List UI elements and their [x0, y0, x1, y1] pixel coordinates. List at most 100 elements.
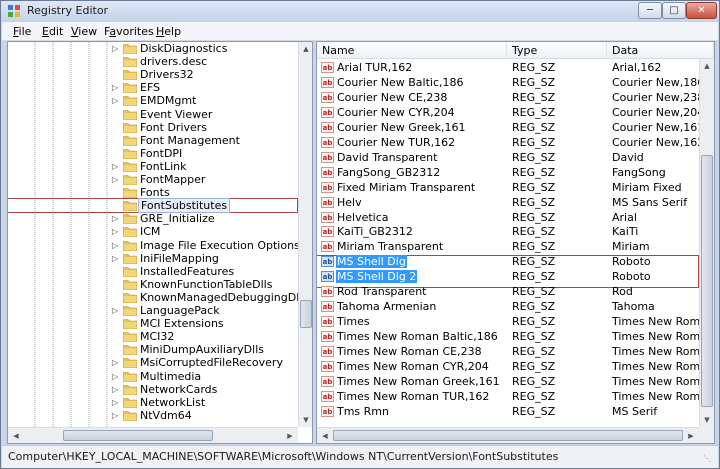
tree-hscroll-thumb[interactable]	[63, 430, 213, 441]
tree-item[interactable]: ▷ Image File Execution Options	[8, 239, 300, 252]
menu-favorites[interactable]: Favorites	[104, 25, 154, 38]
values-horizontal-scrollbar[interactable]: ◀ ▶	[317, 427, 699, 443]
value-row[interactable]: ab Courier New Baltic,186 REG_SZ Courier Ne…	[317, 75, 704, 90]
value-row[interactable]: ab Courier New CYR,204 REG_SZ Courier New,2…	[317, 105, 704, 120]
expand-arrow-icon[interactable]: ▷	[112, 358, 118, 367]
value-row[interactable]: ab Times New Roman CE,238 REG_SZ Times New …	[317, 344, 714, 359]
tree-item[interactable]: ▷ MsiCorruptedFileRecovery	[8, 356, 297, 369]
values-pane[interactable]: Name Type Data ab Arial TUR,162 REG_SZ Aria…	[316, 41, 715, 444]
value-row[interactable]: ab Times New Roman Baltic,186 REG_SZ Times …	[317, 329, 714, 344]
expand-arrow-icon[interactable]: ▷	[112, 44, 118, 53]
value-row[interactable]: ab Helv REG_SZ MS Sans Serif	[317, 195, 699, 210]
key-tree-pane[interactable]: ▷ DiskDiagnostics drivers.desc Drivers32 ▷ EF…	[7, 41, 313, 444]
tree-item[interactable]: Fonts	[8, 186, 297, 199]
tree-item[interactable]: ▷ NtVdm64	[8, 409, 297, 422]
value-row[interactable]: ab Tahoma Armenian REG_SZ Tahoma	[317, 299, 699, 314]
tree-item[interactable]: ▷ ICM	[8, 225, 297, 238]
value-row[interactable]: ab MS Shell Dlg REG_SZ Roboto	[317, 254, 699, 269]
resize-grip-icon[interactable]: ⋱	[703, 454, 715, 466]
value-row[interactable]: ab FangSong_GB2312 REG_SZ FangSong	[317, 165, 699, 180]
tree-item[interactable]: Drivers32	[8, 68, 297, 81]
values-scroll-thumb[interactable]	[701, 155, 713, 407]
scroll-up-icon[interactable]: ▲	[300, 42, 312, 56]
value-row[interactable]: ab KaiTi_GB2312 REG_SZ KaiTi	[317, 224, 699, 239]
tree-item[interactable]: InstalledFeatures	[8, 265, 297, 278]
value-row[interactable]: ab David Transparent REG_SZ David	[317, 150, 699, 165]
expand-arrow-icon[interactable]: ▷	[112, 83, 118, 92]
value-row[interactable]: ab MS Shell Dlg 2 REG_SZ Roboto	[317, 269, 699, 284]
value-row[interactable]: ab Times New Roman TUR,162 REG_SZ Times New…	[317, 389, 714, 404]
folder-icon	[123, 266, 137, 277]
menu-file[interactable]: File	[13, 25, 31, 38]
title-bar[interactable]: Registry Editor ─ □ ✕	[1, 1, 719, 22]
tree-horizontal-scrollbar[interactable]: ◀ ▶	[8, 427, 298, 443]
value-type: REG_SZ	[512, 61, 556, 74]
tree-item[interactable]: MiniDumpAuxiliaryDlls	[8, 343, 297, 356]
tree-item[interactable]: ▷ NetworkList	[8, 396, 297, 409]
expand-arrow-icon[interactable]: ▷	[112, 254, 118, 263]
value-row[interactable]: ab Fixed Miriam Transparent REG_SZ Miriam F…	[317, 180, 699, 195]
tree-item[interactable]: ▷ GRE_Initialize	[8, 212, 297, 225]
value-row[interactable]: ab Times REG_SZ Times New Roman	[317, 314, 714, 329]
expand-arrow-icon[interactable]: ▷	[112, 398, 118, 407]
tree-item[interactable]: ▷ NetworkCards	[8, 383, 297, 396]
expand-arrow-icon[interactable]: ▷	[112, 227, 118, 236]
tree-item[interactable]: Event Viewer	[8, 108, 297, 121]
close-button[interactable]: ✕	[686, 2, 717, 19]
minimize-button[interactable]: ─	[638, 2, 662, 19]
value-row[interactable]: ab Rod Transparent REG_SZ Rod	[317, 284, 699, 299]
maximize-button[interactable]: □	[662, 2, 686, 19]
tree-item[interactable]: Font Management	[8, 134, 297, 147]
value-row[interactable]: ab Helvetica REG_SZ Arial	[317, 210, 699, 225]
tree-item[interactable]: drivers.desc	[8, 55, 297, 68]
tree-item[interactable]: FontSubstitutes	[8, 198, 298, 214]
string-value-ab-icon: ab	[321, 151, 334, 163]
expand-arrow-icon[interactable]: ▷	[112, 372, 118, 381]
menu-help[interactable]: Help	[156, 25, 181, 38]
folder-icon	[123, 83, 137, 94]
scroll-up-icon[interactable]: ▲	[701, 59, 713, 73]
expand-arrow-icon[interactable]: ▷	[112, 175, 118, 184]
tree-item[interactable]: ▷ EFS	[8, 81, 297, 94]
tree-item[interactable]: ▷ FontLink	[8, 160, 297, 173]
tree-item[interactable]: ▷ FontMapper	[8, 173, 297, 186]
values-vertical-scrollbar[interactable]: ▲ ▼	[699, 59, 714, 427]
value-row[interactable]: ab Courier New TUR,162 REG_SZ Courier New,1…	[317, 135, 704, 150]
menu-view[interactable]: View	[71, 25, 97, 38]
value-row[interactable]: ab Courier New CE,238 REG_SZ Courier New,23…	[317, 90, 704, 105]
value-row[interactable]: ab Arial TUR,162 REG_SZ Arial,162	[317, 60, 699, 75]
tree-item[interactable]: ▷ LanguagePack	[8, 304, 297, 317]
tree-item[interactable]: KnownFunctionTableDlls	[8, 278, 297, 291]
expand-arrow-icon[interactable]: ▷	[112, 162, 118, 171]
tree-vertical-scrollbar[interactable]: ▲ ▼	[298, 42, 312, 427]
scroll-right-icon[interactable]: ▶	[283, 429, 297, 443]
tree-item[interactable]: KnownManagedDebuggingDlls	[8, 291, 308, 304]
scroll-left-icon[interactable]: ◀	[318, 429, 332, 443]
expand-arrow-icon[interactable]: ▷	[112, 306, 118, 315]
values-hscroll-thumb[interactable]	[333, 430, 683, 441]
value-row[interactable]: ab Miriam Transparent REG_SZ Miriam	[317, 239, 699, 254]
tree-scroll-thumb[interactable]	[300, 300, 312, 328]
expand-arrow-icon[interactable]: ▷	[112, 96, 118, 105]
value-row[interactable]: ab Times New Roman Greek,161 REG_SZ Times N…	[317, 374, 714, 389]
tree-item[interactable]: ▷ Multimedia	[8, 370, 297, 383]
value-row[interactable]: ab Tms Rmn REG_SZ MS Serif	[317, 404, 699, 419]
tree-item[interactable]: MCI Extensions	[8, 317, 297, 330]
expand-arrow-icon[interactable]: ▷	[112, 241, 118, 250]
value-row[interactable]: ab Courier New Greek,161 REG_SZ Courier New…	[317, 120, 704, 135]
expand-arrow-icon[interactable]: ▷	[112, 411, 118, 420]
scroll-left-icon[interactable]: ◀	[9, 429, 23, 443]
expand-arrow-icon[interactable]: ▷	[112, 214, 118, 223]
tree-item[interactable]: FontDPI	[8, 147, 297, 160]
tree-item[interactable]: ▷ DiskDiagnostics	[8, 42, 297, 55]
scroll-down-icon[interactable]: ▼	[300, 413, 312, 427]
scroll-right-icon[interactable]: ▶	[684, 429, 698, 443]
tree-item[interactable]: MCI32	[8, 330, 297, 343]
tree-item[interactable]: Font Drivers	[8, 121, 297, 134]
value-row[interactable]: ab Times New Roman CYR,204 REG_SZ Times New…	[317, 359, 714, 374]
tree-item[interactable]: ▷ EMDMgmt	[8, 94, 297, 107]
menu-edit[interactable]: Edit	[42, 25, 63, 38]
scroll-down-icon[interactable]: ▼	[701, 413, 713, 427]
tree-item[interactable]: ▷ IniFileMapping	[8, 252, 297, 265]
expand-arrow-icon[interactable]: ▷	[112, 385, 118, 394]
